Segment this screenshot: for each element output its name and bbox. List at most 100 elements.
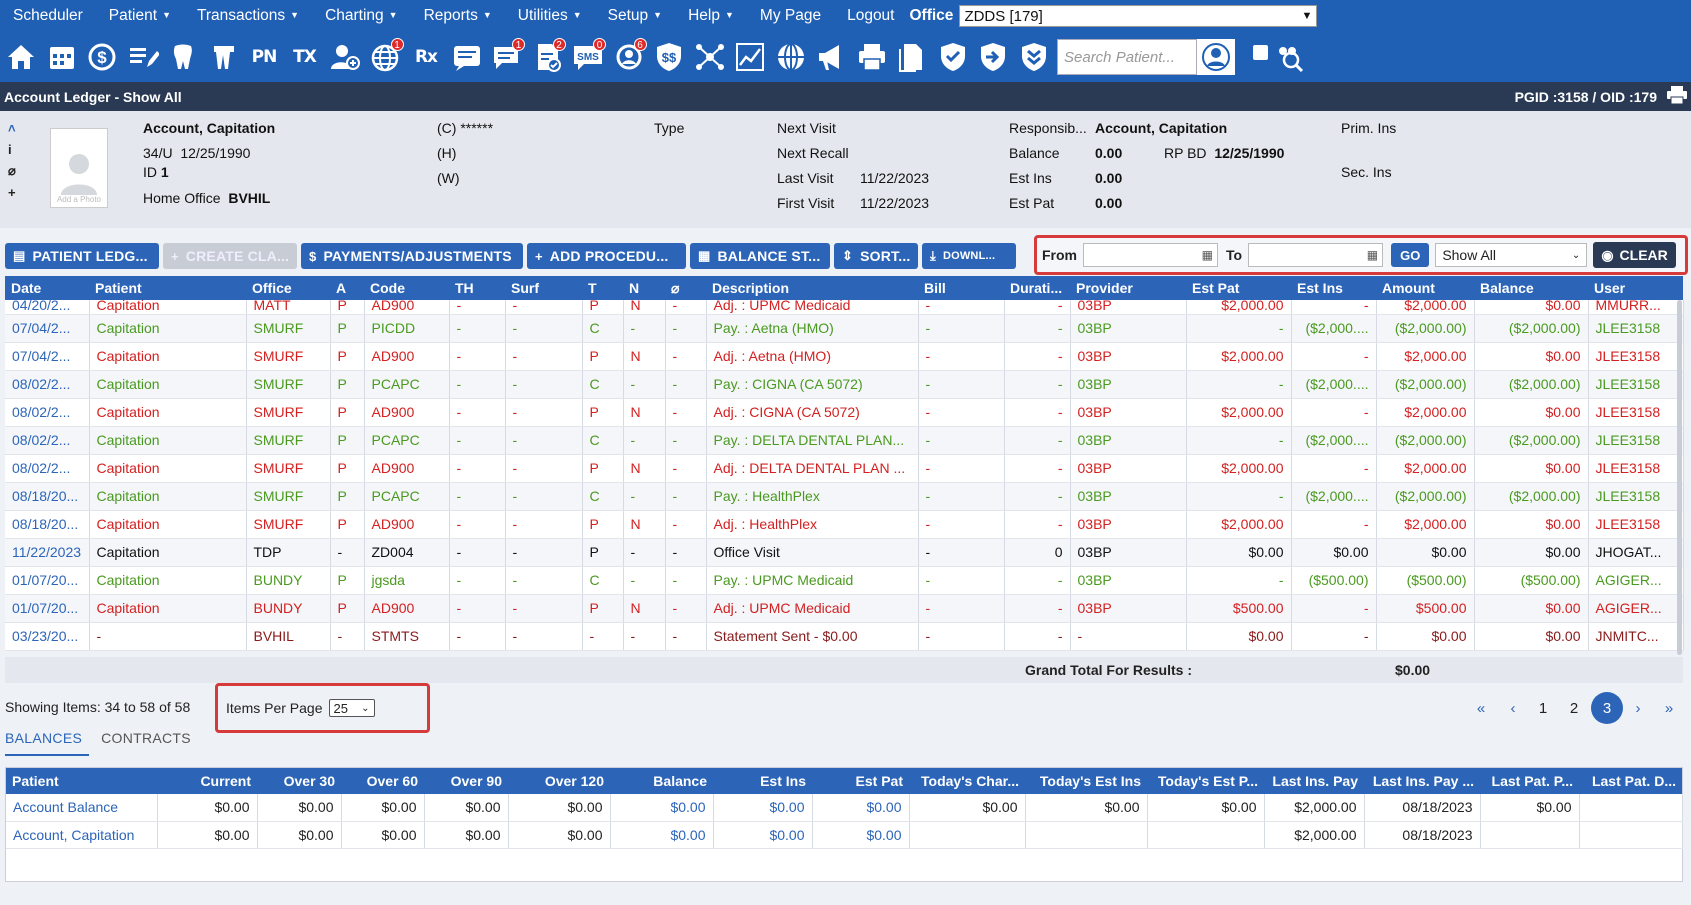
column-header[interactable]: Est Pat: [812, 768, 909, 794]
column-header[interactable]: User: [1588, 276, 1683, 300]
ledger-cell[interactable]: 07/04/2...: [5, 342, 90, 371]
ledger-cell[interactable]: 08/18/20...: [5, 482, 90, 511]
go-button[interactable]: GO: [1391, 243, 1430, 267]
column-header[interactable]: N: [623, 276, 665, 300]
ledger-cell[interactable]: 08/02/2...: [5, 426, 90, 455]
files-icon[interactable]: [893, 37, 931, 77]
balance-statement-button[interactable]: ▦ BALANCE ST...: [690, 243, 830, 269]
menu-patient[interactable]: Patient ▼: [96, 7, 184, 25]
calendar-icon[interactable]: ▦: [1367, 248, 1378, 262]
column-header[interactable]: Last Pat. P...: [1480, 768, 1579, 794]
group-search-icon[interactable]: [1269, 37, 1307, 77]
column-header[interactable]: Est Pat: [1186, 276, 1291, 300]
tab-balances[interactable]: BALANCES: [5, 728, 90, 756]
ledger-cell[interactable]: 08/18/20...: [5, 510, 90, 539]
patient-search-user-icon[interactable]: [1197, 39, 1235, 75]
edit-list-icon[interactable]: [124, 37, 162, 77]
document-check-icon[interactable]: 2: [529, 37, 567, 77]
home-icon[interactable]: [2, 37, 40, 77]
chat-icon[interactable]: 1: [488, 37, 526, 77]
column-header[interactable]: Last Ins. Pay ...: [1364, 768, 1480, 794]
dollar-icon[interactable]: $: [83, 37, 121, 77]
column-header[interactable]: Amount: [1376, 276, 1474, 300]
menu-setup[interactable]: Setup ▼: [595, 7, 675, 25]
menu-utilities[interactable]: Utilities ▼: [505, 7, 595, 25]
menu-transactions[interactable]: Transactions ▼: [184, 7, 312, 25]
ledger-row[interactable]: 08/02/2... Capitation SMURF P PCAPC - - C - - Pay.…: [5, 426, 1684, 455]
column-header[interactable]: Over 60: [341, 768, 424, 794]
column-header[interactable]: Today's Est Ins: [1025, 768, 1147, 794]
column-header[interactable]: Last Ins. Pay: [1264, 768, 1364, 794]
to-date-input[interactable]: ▦: [1248, 243, 1384, 267]
create-claim-button[interactable]: + CREATE CLA...: [163, 243, 297, 269]
shield-chevrons-icon[interactable]: [1015, 37, 1053, 77]
sms-icon[interactable]: SMS 0: [569, 37, 607, 77]
chart-line-icon[interactable]: [731, 37, 769, 77]
ledger-cell[interactable]: 08/02/2...: [5, 370, 90, 399]
column-header[interactable]: TH: [449, 276, 505, 300]
sort-button[interactable]: ⇕ SORT...: [834, 243, 918, 269]
info-icon[interactable]: i: [8, 142, 22, 157]
printer-icon[interactable]: [853, 37, 891, 77]
ledger-cell[interactable]: 01/07/20...: [5, 566, 90, 595]
ledger-row[interactable]: 08/02/2... Capitation SMURF P PCAPC - - C - - Pay.…: [5, 370, 1684, 399]
paperclip-icon[interactable]: ⌀: [8, 163, 22, 179]
ledger-scrollbar[interactable]: [1677, 300, 1682, 655]
ledger-row[interactable]: 08/18/20... Capitation SMURF P AD900- - P N - Adj…: [5, 510, 1684, 539]
column-header[interactable]: Est Ins: [1291, 276, 1376, 300]
menu-logout[interactable]: Logout: [834, 7, 907, 25]
page-2-button[interactable]: 2: [1561, 693, 1587, 723]
column-header[interactable]: Est Ins: [713, 768, 812, 794]
ledger-cell[interactable]: 11/22/2023: [5, 538, 90, 567]
ledger-row[interactable]: 01/07/20... Capitation BUNDY Pjgsda - - C - - Pay…: [5, 566, 1684, 595]
ledger-row[interactable]: 08/18/20... Capitation SMURF P PCAPC - - C - - Pay…: [5, 482, 1684, 511]
show-filter-select[interactable]: Show All ⌄: [1435, 243, 1588, 267]
ledger-row[interactable]: 11/22/2023 Capitation TDP - ZD004- - P - - Office…: [5, 538, 1684, 567]
column-header[interactable]: Date: [5, 276, 89, 300]
column-header[interactable]: T: [582, 276, 623, 300]
column-header[interactable]: ⌀: [665, 276, 706, 300]
menu-reports[interactable]: Reports ▼: [411, 7, 505, 25]
search-patient-input[interactable]: Search Patient...: [1057, 39, 1197, 75]
column-header[interactable]: Bill: [918, 276, 1004, 300]
column-header[interactable]: Surf: [505, 276, 582, 300]
column-header[interactable]: Today's Est P...: [1147, 768, 1264, 794]
ledger-cell[interactable]: 01/07/20...: [5, 594, 90, 623]
download-button[interactable]: ⤓ DOWNL...: [922, 243, 1016, 269]
ledger-cell[interactable]: 04/20/2...: [5, 300, 90, 315]
web-icon[interactable]: [772, 37, 810, 77]
column-header[interactable]: Provider: [1070, 276, 1186, 300]
next-page-button[interactable]: ›: [1625, 693, 1651, 723]
page-3-button[interactable]: 3: [1591, 692, 1623, 724]
message-icon[interactable]: [448, 37, 486, 77]
ledger-row[interactable]: 08/02/2... Capitation SMURF P AD900- - P N - Adj.…: [5, 454, 1684, 483]
pn-icon[interactable]: PN: [245, 37, 283, 77]
ledger-cell[interactable]: 07/04/2...: [5, 314, 90, 343]
ledger-cell[interactable]: 08/02/2...: [5, 454, 90, 483]
add-procedure-button[interactable]: + ADD PROCEDU...: [527, 243, 686, 269]
items-per-page-select[interactable]: 25 ⌄: [328, 699, 375, 717]
column-header[interactable]: Balance: [1474, 276, 1588, 300]
clear-button[interactable]: ◉ CLEAR: [1593, 242, 1676, 268]
calendar-icon[interactable]: [43, 37, 81, 77]
add-user-icon[interactable]: [326, 37, 364, 77]
last-page-button[interactable]: »: [1656, 693, 1682, 723]
shield-check-icon[interactable]: [934, 37, 972, 77]
tooth-roots-icon[interactable]: [205, 37, 243, 77]
tooth-icon[interactable]: [164, 37, 202, 77]
first-page-button[interactable]: «: [1468, 693, 1494, 723]
column-header[interactable]: Balance: [610, 768, 713, 794]
column-header[interactable]: Durati...: [1004, 276, 1070, 300]
patient-ledger-button[interactable]: ▤ PATIENT LEDG...: [5, 243, 159, 269]
balance-cell[interactable]: $0.00: [713, 794, 813, 822]
column-header[interactable]: Patient: [6, 768, 157, 794]
ledger-row[interactable]: 04/20/2... Capitation MATT P AD900- - P N - Adj. …: [5, 300, 1684, 315]
column-header[interactable]: Today's Char...: [909, 768, 1025, 794]
ledger-row[interactable]: 07/04/2... Capitation SMURF P PICDD - - C - - Pay.…: [5, 314, 1684, 343]
collapse-icon[interactable]: ˄: [8, 121, 22, 136]
from-date-input[interactable]: ▦: [1083, 243, 1218, 267]
ledger-cell[interactable]: 03/23/20...: [5, 622, 90, 651]
column-header[interactable]: Over 30: [257, 768, 341, 794]
column-header[interactable]: Description: [706, 276, 918, 300]
column-header[interactable]: Over 90: [424, 768, 508, 794]
